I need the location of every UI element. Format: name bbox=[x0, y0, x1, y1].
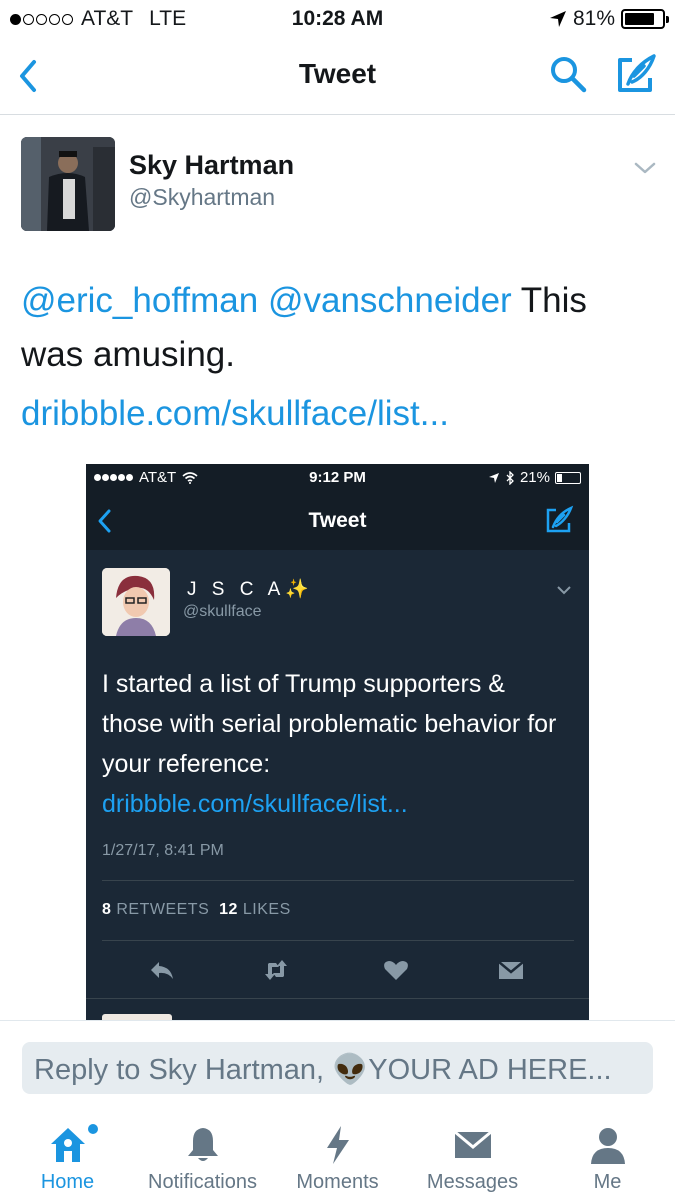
envelope-icon bbox=[454, 1130, 492, 1158]
compose-icon bbox=[546, 505, 574, 533]
tab-label: Moments bbox=[296, 1171, 379, 1193]
battery-icon bbox=[621, 9, 669, 29]
tab-me[interactable]: Me bbox=[540, 1110, 675, 1200]
status-bar: AT&T LTE 10:28 AM 81% bbox=[0, 0, 675, 38]
mention-link[interactable]: @vanschneider bbox=[268, 281, 512, 320]
chevron-down-icon[interactable] bbox=[633, 158, 657, 178]
tab-messages[interactable]: Messages bbox=[405, 1110, 540, 1200]
embedded-author-avatar bbox=[102, 568, 170, 636]
embedded-author-name: J S C A✨ bbox=[187, 579, 315, 600]
tab-notifications[interactable]: Notifications bbox=[135, 1110, 270, 1200]
embedded-tweet-stats: 8 RETWEETS 12 LIKES bbox=[102, 901, 291, 919]
bell-icon bbox=[188, 1128, 218, 1161]
author-handle[interactable]: @Skyhartman bbox=[129, 184, 275, 211]
retweets-count: 8 bbox=[102, 901, 112, 918]
embedded-nav-title: Tweet bbox=[308, 509, 367, 532]
embedded-tweet-link: dribbble.com/skullface/list... bbox=[102, 790, 408, 818]
tab-label: Messages bbox=[426, 1171, 519, 1193]
divider bbox=[102, 940, 574, 941]
tab-label: Me bbox=[593, 1171, 622, 1193]
home-icon bbox=[51, 1128, 85, 1162]
embedded-status-bar: AT&T 9:12 PM 21% bbox=[86, 464, 589, 492]
retweets-label: RETWEETS bbox=[116, 901, 210, 918]
likes-label: LIKES bbox=[242, 901, 291, 918]
tab-home[interactable]: Home bbox=[0, 1110, 135, 1200]
embedded-nav-bar: Tweet bbox=[86, 492, 589, 550]
battery-percent: 81% bbox=[572, 7, 615, 30]
embedded-tweet-text: I started a list of Trump supporters & t… bbox=[102, 664, 572, 824]
tweet-text: @eric_hoffman @vanschneider This was amu… bbox=[21, 274, 651, 382]
search-icon[interactable] bbox=[548, 54, 588, 94]
tab-label: Notifications bbox=[148, 1171, 257, 1193]
envelope-icon bbox=[498, 961, 524, 979]
person-icon bbox=[591, 1128, 625, 1164]
reply-icon bbox=[151, 962, 173, 979]
embedded-battery-percent: 21% bbox=[519, 469, 550, 486]
tweet-url-link[interactable]: dribbble.com/skullface/list... bbox=[21, 394, 449, 434]
reply-input[interactable]: Reply to Sky Hartman, 👽YOUR AD HERE... bbox=[22, 1042, 653, 1094]
bluetooth-icon bbox=[506, 470, 514, 485]
heart-icon bbox=[384, 961, 408, 980]
avatar-photo bbox=[21, 137, 115, 231]
divider bbox=[102, 880, 574, 881]
tab-bar: Home Notifications Moments Messages Me bbox=[0, 1110, 675, 1200]
likes-count: 12 bbox=[219, 901, 238, 918]
embedded-tweet-date: 1/27/17, 8:41 PM bbox=[102, 842, 224, 859]
compose-icon[interactable] bbox=[614, 52, 658, 96]
location-arrow-icon bbox=[549, 11, 566, 27]
battery-icon bbox=[555, 471, 581, 484]
mention-link[interactable]: @eric_hoffman bbox=[21, 281, 258, 320]
embedded-tweet-body: I started a list of Trump supporters & t… bbox=[102, 670, 557, 778]
avatar-illustration bbox=[102, 568, 170, 636]
tab-moments[interactable]: Moments bbox=[270, 1110, 405, 1200]
nav-bar: Tweet bbox=[0, 38, 675, 115]
author-name[interactable]: Sky Hartman bbox=[129, 150, 294, 181]
divider bbox=[86, 998, 589, 999]
author-avatar[interactable] bbox=[21, 137, 115, 231]
lightning-icon bbox=[327, 1126, 349, 1164]
tab-label: Home bbox=[40, 1171, 95, 1193]
retweet-icon bbox=[265, 960, 287, 980]
chevron-down-icon bbox=[557, 586, 571, 595]
location-arrow-icon bbox=[488, 472, 499, 483]
notification-dot bbox=[88, 1124, 98, 1134]
attached-screenshot[interactable]: AT&T 9:12 PM 21% Tweet J S C A✨ @skullfa… bbox=[86, 464, 589, 1024]
embedded-author-handle: @skullface bbox=[183, 603, 262, 620]
